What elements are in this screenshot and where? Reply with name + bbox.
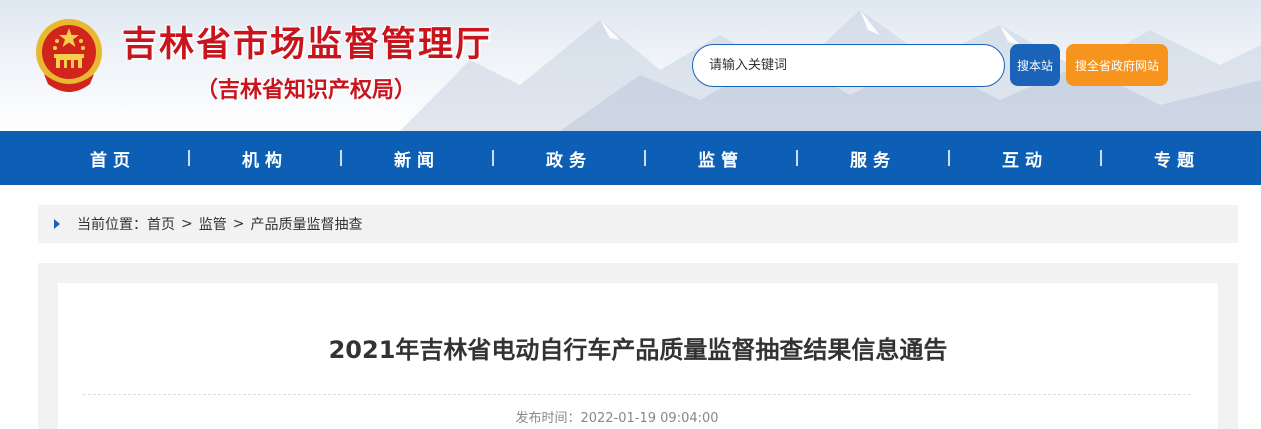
main-nav: 首页 机构 新闻 政务 监管 服务 互动 专题 [0, 131, 1261, 185]
nav-item-supervision[interactable]: 监管 [646, 131, 796, 185]
breadcrumb: 当前位置： 首页 > 监管 > 产品质量监督抽查 [38, 205, 1238, 243]
nav-item-services[interactable]: 服务 [798, 131, 948, 185]
publish-time: 2022-01-19 09:04:00 [580, 411, 719, 426]
nav-item-organization[interactable]: 机构 [190, 131, 340, 185]
triangle-right-icon [54, 219, 60, 229]
nav-item-interaction[interactable]: 互动 [950, 131, 1100, 185]
nav-item-news[interactable]: 新闻 [342, 131, 492, 185]
site-subtitle: （吉林省知识产权局） [196, 77, 417, 103]
breadcrumb-separator: > [181, 216, 193, 232]
nav-item-government-affairs[interactable]: 政务 [494, 131, 644, 185]
breadcrumb-prefix: 当前位置： [77, 217, 147, 233]
nav-item-topics[interactable]: 专题 [1102, 131, 1252, 185]
search-province-gov-button[interactable]: 搜全省政府网站 [1066, 44, 1168, 86]
search-input[interactable] [692, 44, 1005, 87]
breadcrumb-item-product-quality[interactable]: 产品质量监督抽查 [250, 214, 362, 234]
search-site-button[interactable]: 搜本站 [1010, 44, 1060, 86]
site-title: 吉林省市场监督管理厅 [122, 24, 493, 65]
site-header: 吉林省市场监督管理厅 （吉林省知识产权局） 搜本站 搜全省政府网站 [0, 0, 1261, 131]
breadcrumb-item-home[interactable]: 首页 [147, 214, 175, 234]
title-divider [83, 394, 1191, 395]
breadcrumb-separator: > [232, 216, 245, 232]
publish-info: 发布时间：2022-01-19 09:04:00 [0, 407, 1234, 426]
publish-label: 发布时间： [515, 411, 581, 426]
national-emblem-icon [36, 19, 102, 92]
article-title: 2021年吉林省电动自行车产品质量监督抽查结果信息通告 [328, 336, 948, 364]
breadcrumb-item-supervision[interactable]: 监管 [199, 214, 227, 234]
nav-item-home[interactable]: 首页 [38, 131, 188, 185]
